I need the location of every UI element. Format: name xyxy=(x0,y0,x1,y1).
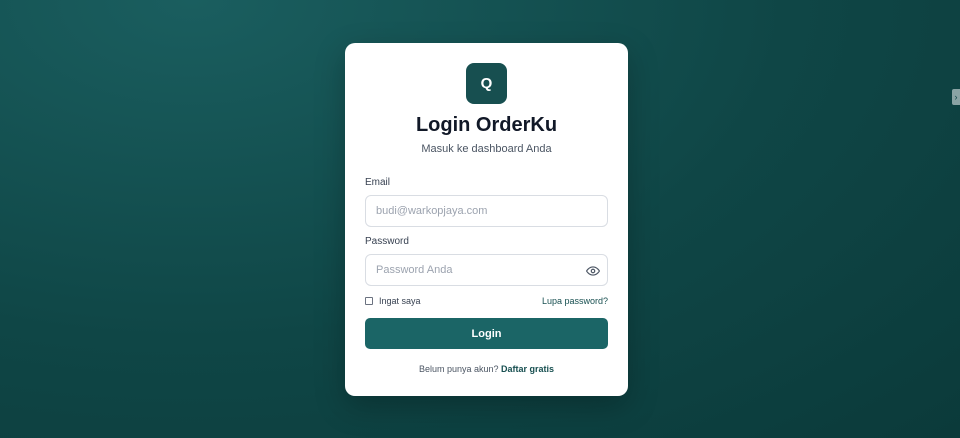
side-panel-toggle-handle[interactable]: › xyxy=(952,89,960,105)
email-field-container xyxy=(365,195,608,227)
login-button[interactable]: Login xyxy=(365,318,608,349)
app-logo: Q xyxy=(466,63,507,104)
remember-me[interactable]: Ingat saya xyxy=(365,296,421,306)
logo-letter: Q xyxy=(480,75,493,92)
eye-icon[interactable] xyxy=(586,264,600,278)
email-label: Email xyxy=(365,177,391,188)
login-card: Q Login OrderKu Masuk ke dashboard Anda … xyxy=(345,43,628,396)
password-field[interactable] xyxy=(366,255,607,285)
signup-prompt-text: Belum punya akun? xyxy=(418,364,502,374)
signup-prompt: Belum punya akun? Daftar gratis xyxy=(345,364,628,374)
remember-checkbox[interactable] xyxy=(365,297,373,305)
password-label: Password xyxy=(365,236,409,247)
chevron-right-icon: › xyxy=(954,92,958,102)
password-field-container xyxy=(365,254,608,286)
email-field[interactable] xyxy=(366,196,607,226)
page-title: Login OrderKu xyxy=(415,114,558,136)
page-subtitle: Masuk ke dashboard Anda xyxy=(421,143,552,155)
forgot-password-link[interactable]: Lupa password? xyxy=(542,296,608,306)
signup-link[interactable]: Daftar gratis xyxy=(501,364,554,374)
remember-label: Ingat saya xyxy=(379,296,421,306)
